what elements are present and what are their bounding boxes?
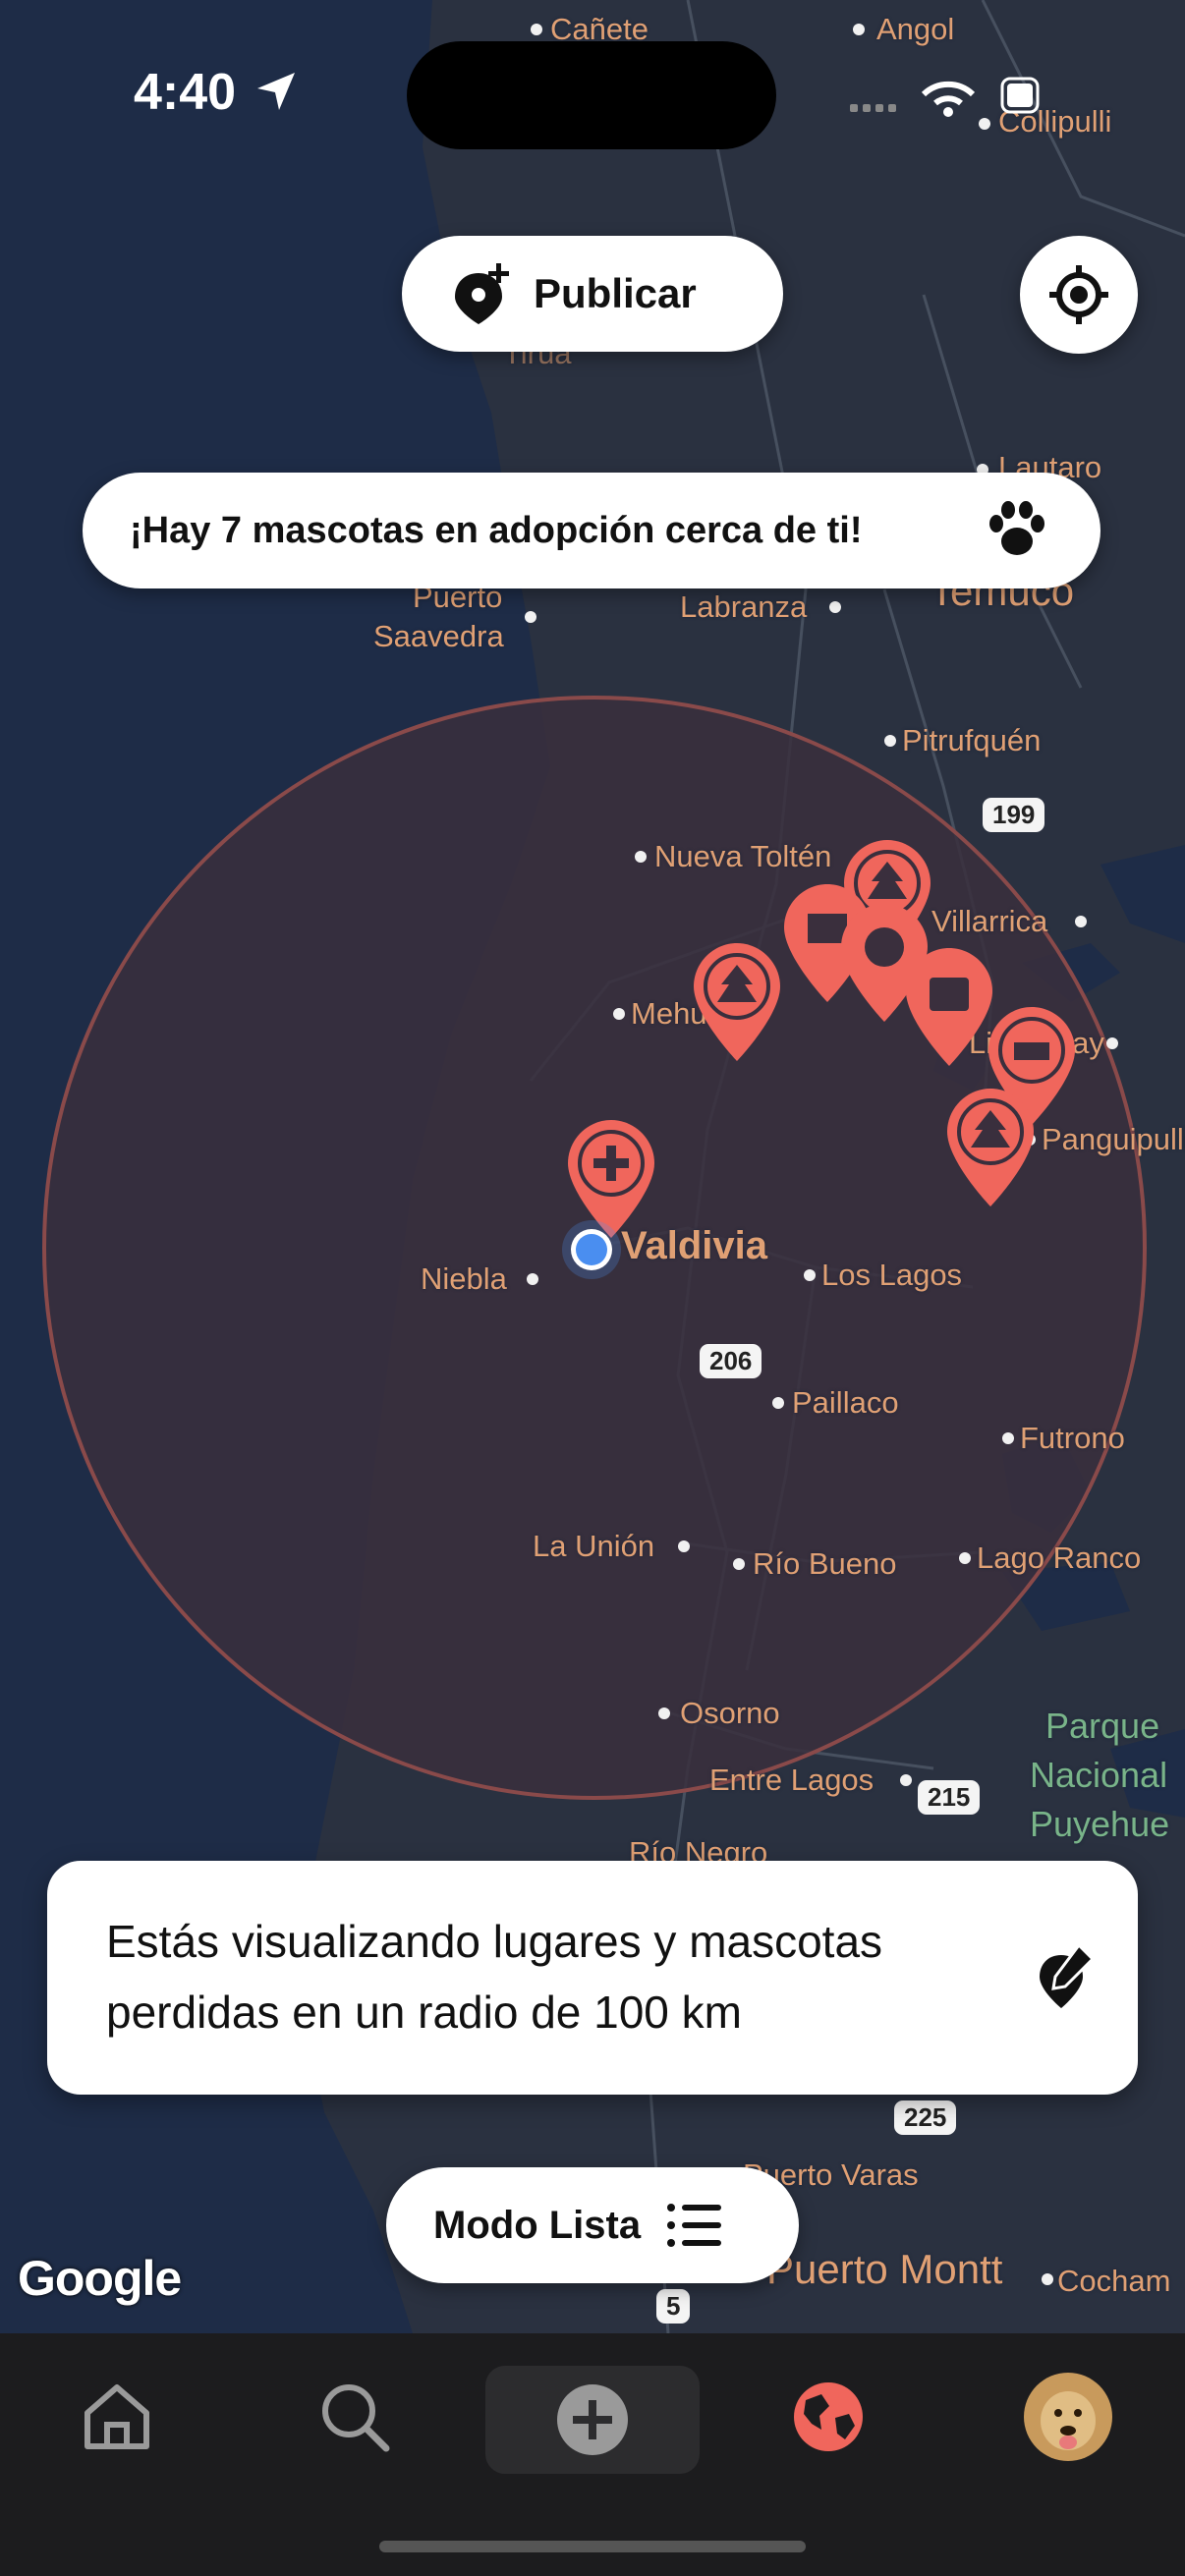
tree-marker[interactable] [947, 1089, 1034, 1206]
location-arrow-icon [257, 73, 295, 110]
radius-info-text: Estás visualizando lugares y mascotas pe… [106, 1916, 883, 2038]
plus-icon [557, 2384, 628, 2455]
dynamic-island [407, 41, 776, 149]
list-mode-button[interactable]: Modo Lista [386, 2167, 799, 2283]
app-screen: Cañete Angol Collipulli Tirúa Lautaro Pu… [0, 0, 1185, 2576]
tab-add[interactable] [485, 2366, 700, 2474]
edit-location-icon[interactable] [1036, 1943, 1097, 2012]
publish-label: Publicar [534, 270, 697, 316]
profile-avatar [1024, 2373, 1112, 2461]
signal-wifi-battery-icons [850, 77, 1040, 117]
adoption-banner[interactable]: ¡Hay 7 mascotas en adopción cerca de ti! [83, 473, 1100, 588]
tab-search[interactable] [301, 2363, 409, 2471]
crosshair-icon [1049, 265, 1108, 324]
list-icon [667, 2204, 722, 2247]
tab-map[interactable] [774, 2363, 882, 2471]
radius-info-card[interactable]: Estás visualizando lugares y mascotas pe… [47, 1861, 1138, 2095]
status-time: 4:40 [134, 64, 237, 121]
tree-marker[interactable] [694, 943, 780, 1061]
search-icon [322, 2384, 390, 2452]
list-mode-label: Modo Lista [433, 2203, 642, 2247]
add-location-icon [455, 263, 509, 324]
publish-button[interactable]: Publicar [402, 236, 783, 352]
home-indicator [379, 2541, 806, 2552]
paw-icon [989, 501, 1044, 555]
calendar-marker[interactable] [906, 948, 992, 1066]
recenter-button[interactable] [1020, 236, 1138, 354]
adoption-banner-text: ¡Hay 7 mascotas en adopción cerca de ti! [130, 509, 863, 551]
google-attribution: Google [18, 2251, 182, 2306]
globe-icon [794, 2382, 863, 2451]
tab-profile[interactable] [1014, 2363, 1122, 2471]
vet-marker[interactable] [568, 1120, 654, 1238]
tab-home[interactable] [63, 2363, 171, 2471]
home-icon [85, 2384, 149, 2449]
